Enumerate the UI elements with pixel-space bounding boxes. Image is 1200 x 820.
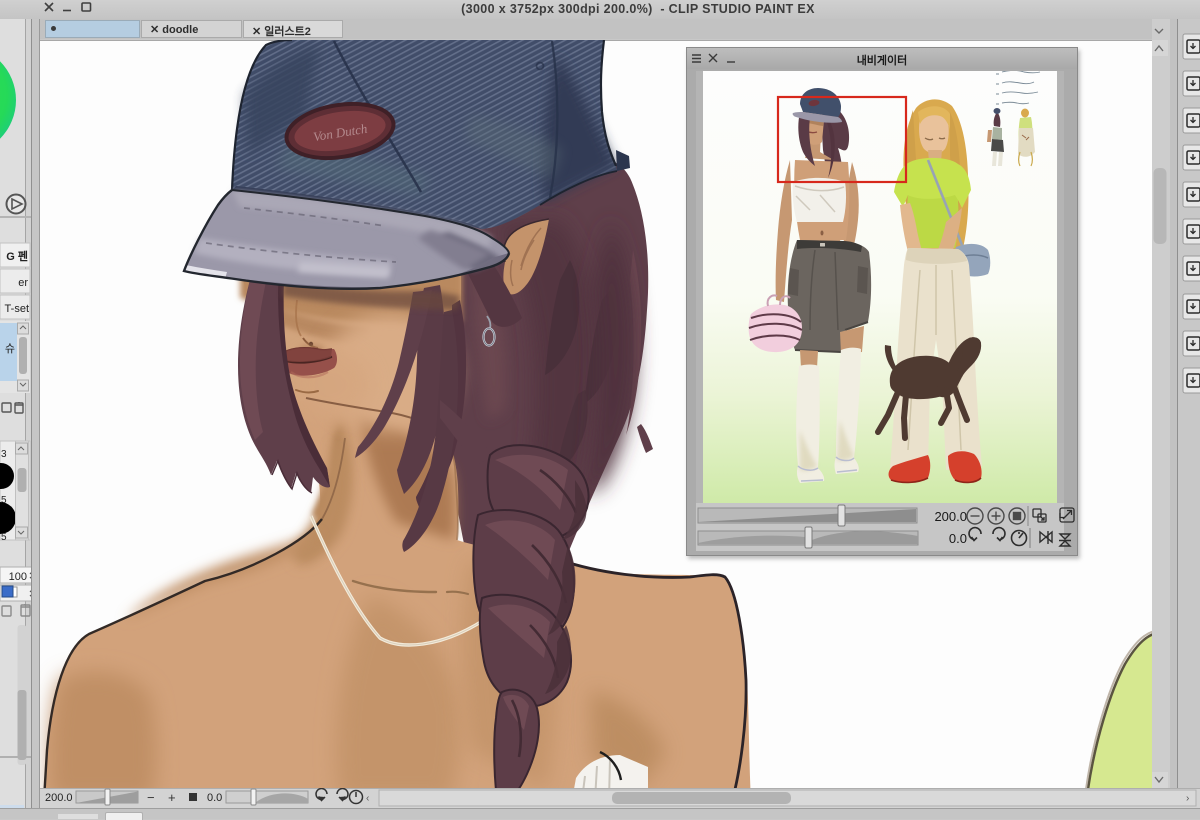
svg-text:100: 100 (9, 571, 27, 583)
svg-text:200.0: 200.0 (934, 509, 967, 524)
svg-text:슈: 슈 (5, 342, 15, 355)
svg-text:er: er (18, 277, 28, 289)
svg-text:0.0: 0.0 (949, 531, 967, 546)
svg-text:200.0: 200.0 (45, 792, 73, 804)
svg-text:‹: ‹ (366, 793, 369, 804)
svg-text:−: − (147, 790, 155, 805)
svg-text:G 펜: G 펜 (6, 249, 28, 263)
svg-text:›: › (1186, 793, 1189, 804)
svg-text:5: 5 (1, 532, 7, 543)
svg-text:0.0: 0.0 (207, 792, 222, 804)
svg-text:+: + (168, 790, 176, 805)
svg-text:T-set: T-set (5, 303, 29, 315)
svg-text:3: 3 (1, 449, 7, 460)
